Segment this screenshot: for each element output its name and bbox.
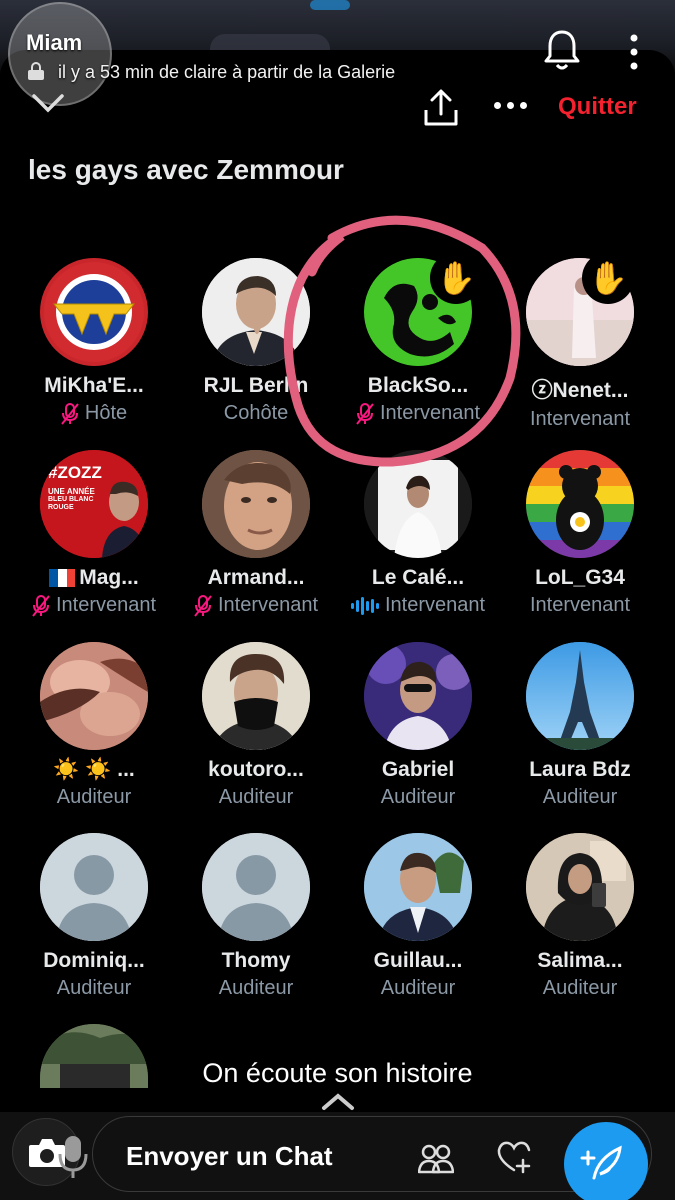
chevron-down-icon[interactable] xyxy=(28,88,68,116)
participant-role: Auditeur xyxy=(500,786,660,809)
participant-role: Intervenant xyxy=(338,594,498,617)
role-label: Auditeur xyxy=(542,786,618,808)
role-label: Intervenant xyxy=(529,408,631,430)
participant-role: Auditeur xyxy=(14,786,174,809)
quit-button[interactable]: Quitter xyxy=(558,93,637,121)
default-avatar-icon xyxy=(40,833,148,941)
participant-name: ☀️ ☀️ ... xyxy=(53,758,135,781)
avatar xyxy=(202,833,310,941)
participant[interactable]: koutoro... Auditeur xyxy=(176,642,336,809)
participant[interactable]: MiKha'E... Hôte xyxy=(14,258,174,425)
role-label: Intervenant xyxy=(55,594,157,616)
participant[interactable]: Le Calé... Intervenant xyxy=(338,450,498,617)
participant-name: Mag... xyxy=(14,566,174,590)
raised-hand-icon: ✋ xyxy=(582,252,634,304)
role-label: Hôte xyxy=(84,402,128,424)
role-label: Auditeur xyxy=(380,786,456,808)
mic-off-icon xyxy=(32,594,50,617)
participant[interactable]: Armand... Intervenant xyxy=(176,450,336,617)
participant-name: Salima... xyxy=(537,949,623,972)
mic-off-icon xyxy=(194,594,212,617)
lock-icon xyxy=(28,62,44,80)
participant[interactable]: LoL_G34 Intervenant xyxy=(500,450,660,617)
participant-name: Thomy xyxy=(221,949,291,972)
participant-name: MiKha'E... xyxy=(44,374,144,397)
participant[interactable]: Gabriel Auditeur xyxy=(338,642,498,809)
chat-input-label: Envoyer un Chat xyxy=(126,1141,333,1171)
people-icon[interactable] xyxy=(418,1142,454,1174)
role-label: Intervenant xyxy=(529,594,631,616)
participant-name: Guillau... xyxy=(373,949,463,972)
participant-name: Gabriel xyxy=(381,758,455,781)
more-options-icon[interactable] xyxy=(494,100,528,112)
avatar xyxy=(202,642,310,750)
participant-role: Auditeur xyxy=(176,786,336,809)
badge-line: UNE ANNÉE xyxy=(48,486,95,496)
avatar: #ZOZZ UNE ANNÉE BLEU BLANC ROUGE xyxy=(40,450,148,558)
participant-name: LoL_G34 xyxy=(535,566,625,589)
france-flag-icon xyxy=(49,569,76,588)
avatar xyxy=(526,642,634,750)
participant-role: Auditeur xyxy=(338,786,498,809)
avatar xyxy=(526,833,634,941)
avatar xyxy=(40,833,148,941)
space-title: les gays avec Zemmour xyxy=(28,154,344,185)
role-label: Intervenant xyxy=(217,594,319,616)
role-label: Auditeur xyxy=(218,977,294,999)
participant-name: Dominiq... xyxy=(43,949,145,972)
bell-icon[interactable] xyxy=(542,28,582,72)
role-label: Auditeur xyxy=(218,786,294,808)
avatar xyxy=(364,642,472,750)
participant-role: Auditeur xyxy=(14,977,174,1000)
participant-role: Hôte xyxy=(14,402,174,425)
participant[interactable]: ☀️ ☀️ ... Auditeur xyxy=(14,642,174,809)
badge-line: BLEU BLANC ROUGE xyxy=(48,496,94,511)
mic-icon[interactable] xyxy=(56,1130,90,1180)
participant-role: Intervenant xyxy=(500,594,660,617)
highlight-circle-annotation xyxy=(283,215,521,467)
story-caption: On écoute son histoire xyxy=(202,1058,473,1088)
role-label: Auditeur xyxy=(56,786,132,808)
participant-name: Laura Bdz xyxy=(529,758,631,781)
participant-name-text: Mag... xyxy=(79,566,139,589)
role-label: Intervenant xyxy=(384,594,486,616)
participant-name: Le Calé... xyxy=(371,566,465,589)
heart-plus-icon[interactable] xyxy=(496,1140,532,1174)
participant[interactable]: Dominiq... Auditeur xyxy=(14,833,174,1000)
participant[interactable]: #ZOZZ UNE ANNÉE BLEU BLANC ROUGE Mag... … xyxy=(14,450,174,617)
mic-off-icon xyxy=(61,402,79,425)
background-blob xyxy=(310,0,350,10)
participant-name: koutoro... xyxy=(208,758,304,781)
role-label: Auditeur xyxy=(380,977,456,999)
avatar xyxy=(40,258,148,366)
feather-plus-icon xyxy=(580,1145,622,1180)
avatar xyxy=(40,642,148,750)
participant[interactable]: Thomy Auditeur xyxy=(176,833,336,1000)
participant-role: Auditeur xyxy=(176,977,336,1000)
participant[interactable]: Salima... Auditeur xyxy=(500,833,660,1000)
share-icon[interactable] xyxy=(422,88,460,128)
default-avatar-icon xyxy=(202,833,310,941)
avatar xyxy=(364,833,472,941)
participant-role: Auditeur xyxy=(338,977,498,1000)
chevron-up-icon[interactable] xyxy=(320,1092,356,1112)
speaking-wave-icon xyxy=(350,596,379,616)
participant[interactable]: Guillau... Auditeur xyxy=(338,833,498,1000)
role-label: Auditeur xyxy=(56,977,132,999)
avatar-badge: #ZOZZ UNE ANNÉE BLEU BLANC ROUGE xyxy=(48,464,114,511)
participant-name: Armand... xyxy=(207,566,305,589)
avatar xyxy=(526,450,634,558)
badge-line: #ZOZZ xyxy=(48,463,102,482)
participant[interactable]: Laura Bdz Auditeur xyxy=(500,642,660,809)
story-subtitle: il y a 53 min de claire à partir de la G… xyxy=(58,62,396,82)
more-vertical-icon[interactable] xyxy=(622,30,646,74)
participant-role: Intervenant xyxy=(14,594,174,617)
role-label: Auditeur xyxy=(542,977,618,999)
compose-tweet-button[interactable] xyxy=(564,1122,648,1200)
story-author: Miam xyxy=(26,30,83,55)
participant-role: Auditeur xyxy=(500,977,660,1000)
participant-role: Intervenant xyxy=(176,594,336,617)
